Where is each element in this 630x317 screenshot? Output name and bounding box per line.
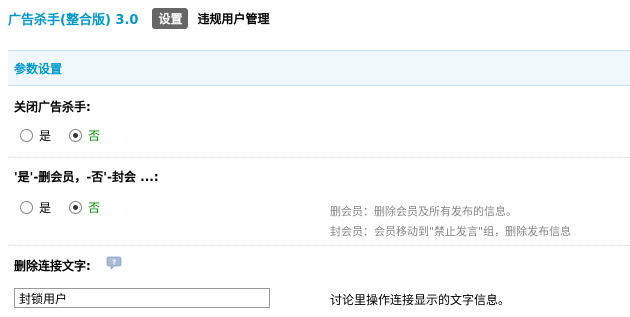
tab-settings[interactable]: 设置	[152, 7, 189, 29]
close-killer-yes-radio[interactable]	[20, 129, 33, 142]
hint-delete-member: 删会员：删除会员及所有发布的信息。	[330, 205, 517, 218]
close-killer-no-radio[interactable]	[69, 129, 83, 142]
close-killer-no-label[interactable]: 否	[88, 127, 100, 144]
app-title: 广告杀手(整合版) 3.0	[8, 12, 139, 28]
action-no-radio[interactable]	[69, 201, 83, 214]
close-killer-options: 是 否	[20, 127, 118, 144]
hint-ban-member: 封会员：会员移动到"禁止发言"组，删除发布信息	[330, 225, 572, 238]
delete-link-text-label: 删除连接文字:	[14, 259, 91, 273]
page-header: 广告杀手(整合版) 3.0 设置 违规用户管理	[8, 7, 269, 29]
action-yes-radio[interactable]	[20, 201, 33, 214]
close-killer-yes-label[interactable]: 是	[39, 127, 51, 144]
close-killer-label: 关闭广告杀手:	[14, 100, 91, 114]
delete-link-text-hint: 讨论里操作连接显示的文字信息。	[330, 293, 511, 307]
action-yes-label[interactable]: 是	[39, 199, 51, 216]
speech-bubble-help-icon[interactable]: ?	[106, 256, 122, 270]
divider	[8, 157, 630, 158]
action-label: '是'-删会员，-否'-封会 ...:	[14, 170, 159, 184]
svg-text:?: ?	[112, 259, 116, 267]
divider	[8, 245, 630, 246]
action-no-label[interactable]: 否	[88, 199, 100, 216]
action-options: 是 否	[20, 199, 118, 216]
delete-link-text-input[interactable]	[14, 288, 270, 308]
tab-violating-users[interactable]: 违规用户管理	[197, 10, 269, 27]
section-header: 参数设置	[8, 50, 630, 86]
section-title: 参数设置	[14, 61, 63, 76]
